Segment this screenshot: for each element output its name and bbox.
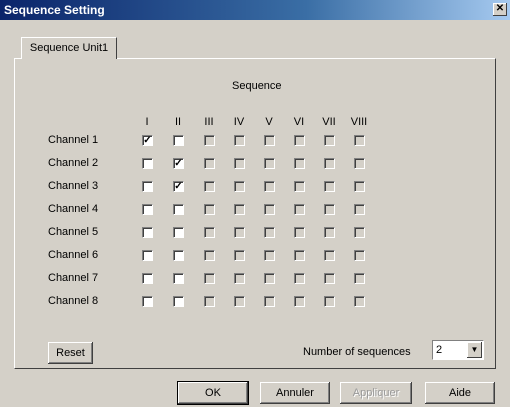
sequence-checkbox[interactable] [142, 158, 153, 169]
sequence-checkbox[interactable] [173, 227, 184, 238]
sequence-checkbox[interactable] [354, 204, 365, 215]
close-icon: ✕ [495, 3, 505, 14]
sequence-checkbox[interactable] [324, 158, 335, 169]
sequence-checkbox[interactable]: ✓ [173, 181, 184, 192]
apply-button[interactable]: Appliquer [340, 382, 412, 404]
sequence-header: Sequence [232, 80, 282, 92]
window-title: Sequence Setting [4, 3, 105, 17]
sequence-checkbox[interactable] [264, 227, 275, 238]
sequence-checkbox[interactable] [204, 158, 215, 169]
sequence-checkbox[interactable] [234, 273, 245, 284]
sequence-checkbox[interactable] [324, 181, 335, 192]
column-label: VII [322, 116, 336, 128]
column-label: VI [293, 116, 305, 128]
sequence-checkbox[interactable] [173, 204, 184, 215]
sequence-checkbox[interactable] [264, 296, 275, 307]
sequence-checkbox[interactable] [173, 296, 184, 307]
sequence-checkbox[interactable] [324, 296, 335, 307]
sequence-checkbox[interactable] [204, 204, 215, 215]
sequence-checkbox[interactable] [234, 135, 245, 146]
channel-label: Channel 8 [48, 295, 99, 307]
sequence-checkbox[interactable] [204, 227, 215, 238]
help-button[interactable]: Aide [425, 382, 495, 404]
sequence-checkbox[interactable] [204, 273, 215, 284]
sequence-checkbox[interactable] [234, 204, 245, 215]
sequence-checkbox[interactable] [324, 227, 335, 238]
sequence-checkbox[interactable] [264, 181, 275, 192]
sequence-checkbox[interactable] [294, 273, 305, 284]
channel-label: Channel 3 [48, 180, 99, 192]
column-label: III [204, 116, 214, 128]
sequence-checkbox[interactable] [324, 250, 335, 261]
sequence-checkbox[interactable] [173, 273, 184, 284]
sequence-checkbox[interactable] [234, 250, 245, 261]
channel-label: Channel 7 [48, 272, 99, 284]
sequence-checkbox[interactable] [294, 181, 305, 192]
sequence-checkbox[interactable] [142, 250, 153, 261]
sequence-checkbox[interactable] [354, 250, 365, 261]
sequence-checkbox[interactable] [294, 227, 305, 238]
sequence-checkbox[interactable] [142, 273, 153, 284]
sequence-checkbox[interactable] [173, 135, 184, 146]
close-button[interactable]: ✕ [493, 3, 507, 16]
cancel-button[interactable]: Annuler [260, 382, 330, 404]
sequence-checkbox[interactable] [204, 296, 215, 307]
column-label: VIII [350, 116, 368, 128]
sequence-checkbox[interactable] [142, 204, 153, 215]
channel-label: Channel 6 [48, 249, 99, 261]
sequence-checkbox[interactable] [142, 227, 153, 238]
column-label: I [145, 116, 149, 128]
sequence-checkbox[interactable] [354, 158, 365, 169]
sequence-checkbox[interactable] [264, 250, 275, 261]
number-of-sequences-label: Number of sequences [303, 346, 411, 358]
sequence-checkbox[interactable] [354, 296, 365, 307]
sequence-checkbox[interactable] [204, 135, 215, 146]
channel-label: Channel 5 [48, 226, 99, 238]
sequence-checkbox[interactable] [354, 181, 365, 192]
sequence-checkbox[interactable] [264, 158, 275, 169]
ok-button[interactable]: OK [177, 381, 249, 405]
channel-label: Channel 1 [48, 134, 99, 146]
sequence-checkbox[interactable] [204, 181, 215, 192]
sequence-checkbox[interactable]: ✓ [142, 135, 153, 146]
sequence-checkbox[interactable] [234, 296, 245, 307]
sequence-checkbox[interactable] [264, 135, 275, 146]
sequence-checkbox[interactable] [234, 227, 245, 238]
reset-button[interactable]: Reset [48, 342, 93, 364]
sequence-checkbox[interactable] [264, 204, 275, 215]
sequence-checkbox[interactable] [354, 273, 365, 284]
sequence-checkbox[interactable] [142, 181, 153, 192]
column-label: V [265, 116, 273, 128]
sequence-checkbox[interactable] [173, 250, 184, 261]
sequence-checkbox[interactable] [294, 296, 305, 307]
number-of-sequences-select[interactable]: 2 ▼ [432, 340, 484, 360]
column-label: IV [233, 116, 245, 128]
sequence-checkbox[interactable] [324, 135, 335, 146]
sequence-checkbox[interactable] [204, 250, 215, 261]
sequence-checkbox[interactable] [294, 250, 305, 261]
sequence-checkbox[interactable] [294, 204, 305, 215]
sequence-checkbox[interactable] [294, 158, 305, 169]
sequence-checkbox[interactable] [264, 273, 275, 284]
sequence-setting-dialog: Sequence Setting ✕ Sequence Unit1 Sequen… [0, 0, 510, 407]
channel-label: Channel 2 [48, 157, 99, 169]
channel-label: Channel 4 [48, 203, 99, 215]
column-label: II [174, 116, 182, 128]
title-bar: Sequence Setting ✕ [0, 0, 510, 20]
sequence-checkbox[interactable] [142, 296, 153, 307]
sequence-checkbox[interactable] [234, 158, 245, 169]
sequence-checkbox[interactable] [234, 181, 245, 192]
sequence-checkbox[interactable] [324, 204, 335, 215]
sequence-checkbox[interactable] [354, 135, 365, 146]
sequence-checkbox[interactable] [354, 227, 365, 238]
dropdown-arrow-icon[interactable]: ▼ [467, 342, 482, 358]
sequence-checkbox[interactable] [294, 135, 305, 146]
sequence-checkbox[interactable] [324, 273, 335, 284]
number-of-sequences-value: 2 [436, 344, 443, 356]
tab-sequence-unit1[interactable]: Sequence Unit1 [21, 37, 117, 59]
sequence-checkbox[interactable]: ✓ [173, 158, 184, 169]
